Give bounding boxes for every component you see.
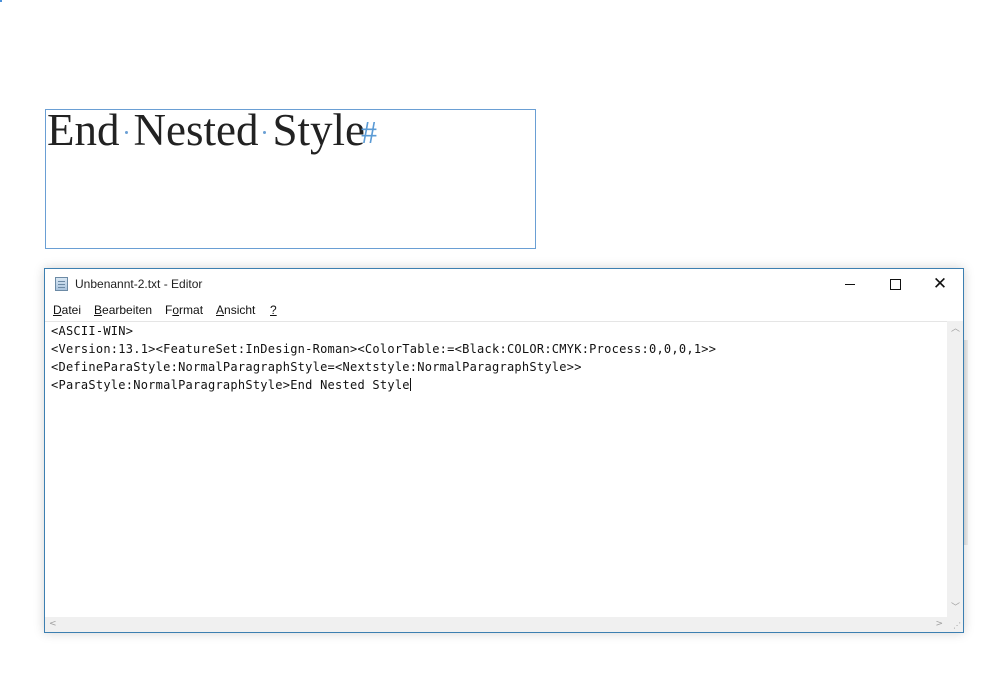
- editor-line-4-text: <ParaStyle:NormalParagraphStyle>End Nest…: [51, 378, 410, 392]
- window-title: Unbenannt-2.txt - Editor: [75, 277, 203, 291]
- frame-word-1: End: [47, 105, 120, 155]
- horizontal-scrollbar[interactable]: < >: [45, 617, 947, 632]
- scroll-up-arrow-icon[interactable]: ︿: [951, 325, 960, 334]
- menu-datei[interactable]: Datei: [53, 303, 81, 317]
- editor-line-2: <Version:13.1><FeatureSet:InDesign-Roman…: [51, 342, 717, 356]
- menu-format-label: rmat: [179, 303, 204, 317]
- editor-line-4: <ParaStyle:NormalParagraphStyle>End Nest…: [51, 378, 411, 392]
- maximize-button[interactable]: [872, 269, 918, 299]
- notepad-app-icon[interactable]: [55, 277, 68, 291]
- menu-help-mnemonic: ?: [270, 303, 277, 317]
- scroll-left-arrow-icon[interactable]: <: [49, 620, 57, 629]
- indesign-text-frame[interactable]: End Nested Style#: [45, 105, 536, 249]
- menu-ansicht-label: nsicht: [224, 303, 256, 317]
- menu-bearbeiten-label: earbeiten: [102, 303, 153, 317]
- close-button[interactable]: ✕: [917, 269, 963, 299]
- title-bar[interactable]: Unbenannt-2.txt - Editor ✕: [45, 269, 963, 299]
- frame-text: End Nested Style#: [47, 104, 377, 156]
- minimize-button[interactable]: [827, 269, 873, 299]
- space-marker: [120, 131, 134, 145]
- vertical-scrollbar[interactable]: ︿ ﹀: [947, 321, 963, 617]
- editor-line-3: <DefineParaStyle:NormalParagraphStyle=<N…: [51, 360, 582, 374]
- close-icon: ✕: [932, 273, 948, 294]
- end-of-story-marker: #: [360, 114, 377, 150]
- maximize-icon: [889, 278, 901, 290]
- scroll-right-arrow-icon[interactable]: >: [935, 620, 943, 629]
- menu-datei-mnemonic: D: [53, 303, 62, 317]
- canvas-corner-dot: [0, 0, 2, 2]
- text-editor-area[interactable]: <ASCII-WIN> <Version:13.1><FeatureSet:In…: [45, 321, 947, 617]
- resize-grip-icon: ⋰: [953, 621, 961, 630]
- menu-format[interactable]: Format: [165, 303, 203, 317]
- menu-datei-label: atei: [61, 303, 82, 317]
- size-grip[interactable]: ⋰: [947, 617, 963, 632]
- frame-word-2: Nested: [133, 105, 259, 155]
- menu-ansicht[interactable]: Ansicht: [216, 303, 255, 317]
- minimize-icon: [845, 283, 855, 285]
- editor-line-1: <ASCII-WIN>: [51, 324, 134, 338]
- menu-bearbeiten[interactable]: Bearbeiten: [94, 303, 152, 317]
- frame-word-3: Style: [272, 105, 365, 155]
- text-caret: [409, 378, 411, 391]
- notepad-window[interactable]: Unbenannt-2.txt - Editor ✕ Datei Bearbei…: [44, 268, 964, 633]
- menu-help[interactable]: ?: [270, 303, 277, 317]
- menu-bearbeiten-mnemonic: B: [94, 303, 103, 317]
- scroll-down-arrow-icon[interactable]: ﹀: [951, 604, 960, 613]
- menu-ansicht-mnemonic: A: [216, 303, 225, 317]
- space-marker: [258, 131, 272, 145]
- menu-bar: Datei Bearbeiten Format Ansicht ?: [45, 299, 963, 321]
